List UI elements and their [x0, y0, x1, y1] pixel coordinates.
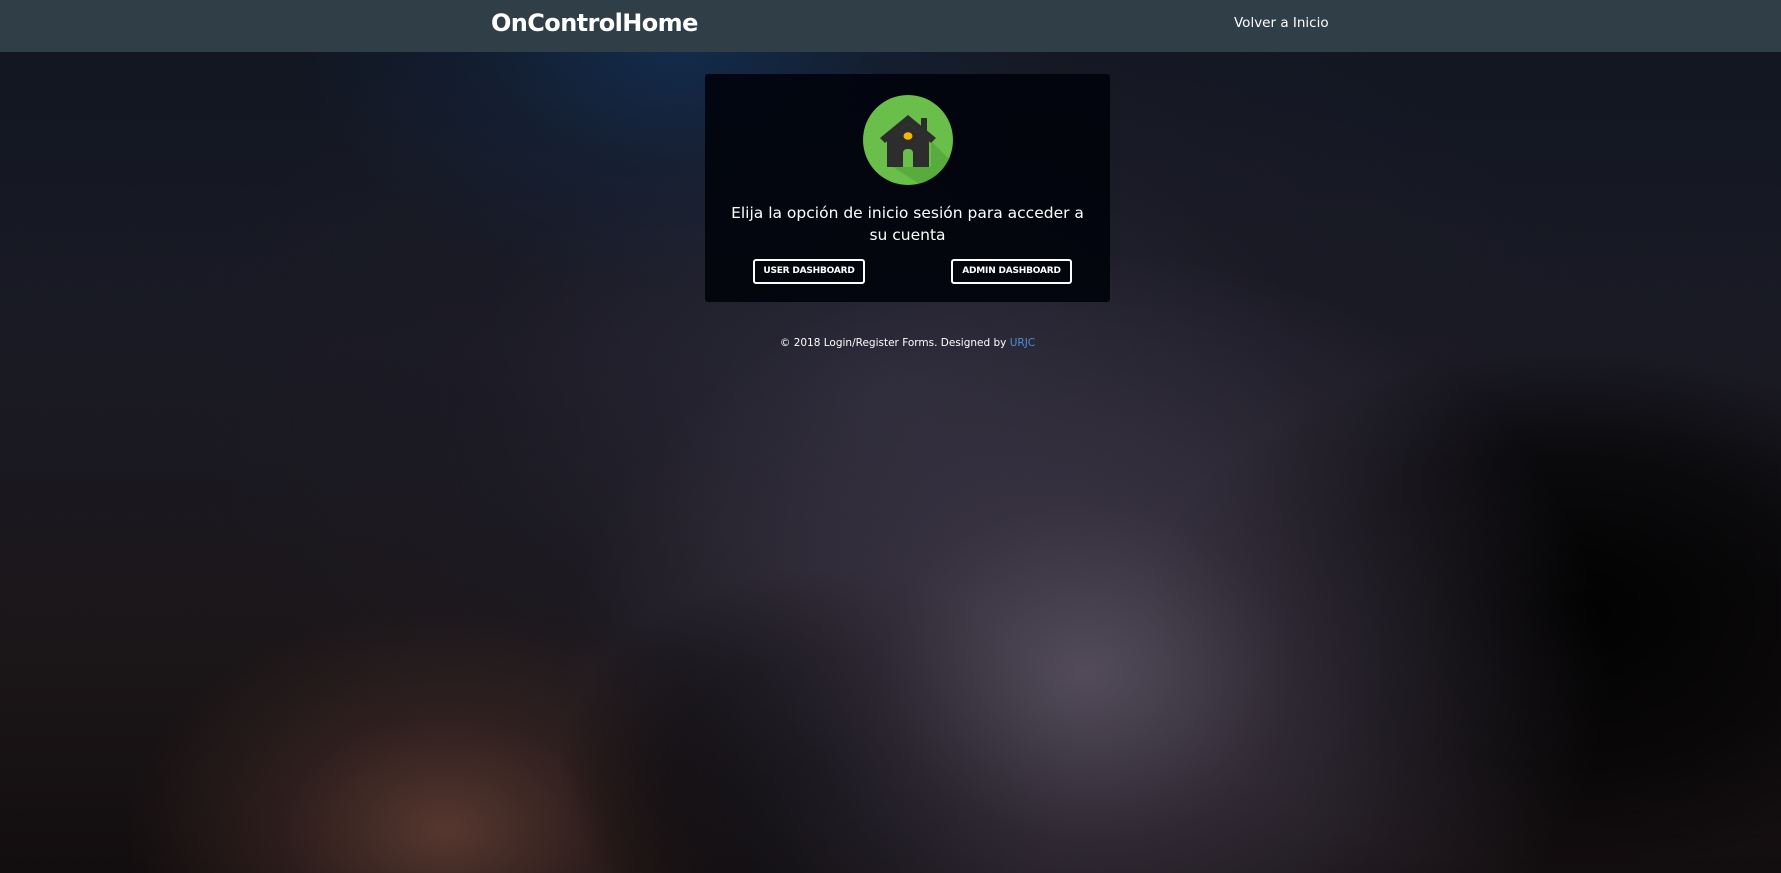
brand-logo-text[interactable]: OnControlHome: [491, 9, 698, 37]
top-navbar: OnControlHome Volver a Inicio: [0, 0, 1781, 52]
user-dashboard-button[interactable]: USER DASHBOARD: [753, 259, 865, 284]
footer-urjc-link[interactable]: URJC: [1010, 337, 1035, 349]
login-prompt-text: Elija la opción de inicio sesión para ac…: [731, 204, 1084, 244]
admin-dashboard-button[interactable]: ADMIN DASHBOARD: [951, 259, 1072, 284]
back-to-home-link[interactable]: Volver a Inicio: [1234, 15, 1329, 31]
login-option-card: Elija la opción de inicio sesión para ac…: [705, 74, 1110, 302]
house-icon: [863, 95, 953, 185]
footer-text: © 2018 Login/Register Forms. Designed by: [779, 337, 1010, 349]
footer-credits: © 2018 Login/Register Forms. Designed by…: [0, 337, 1781, 349]
